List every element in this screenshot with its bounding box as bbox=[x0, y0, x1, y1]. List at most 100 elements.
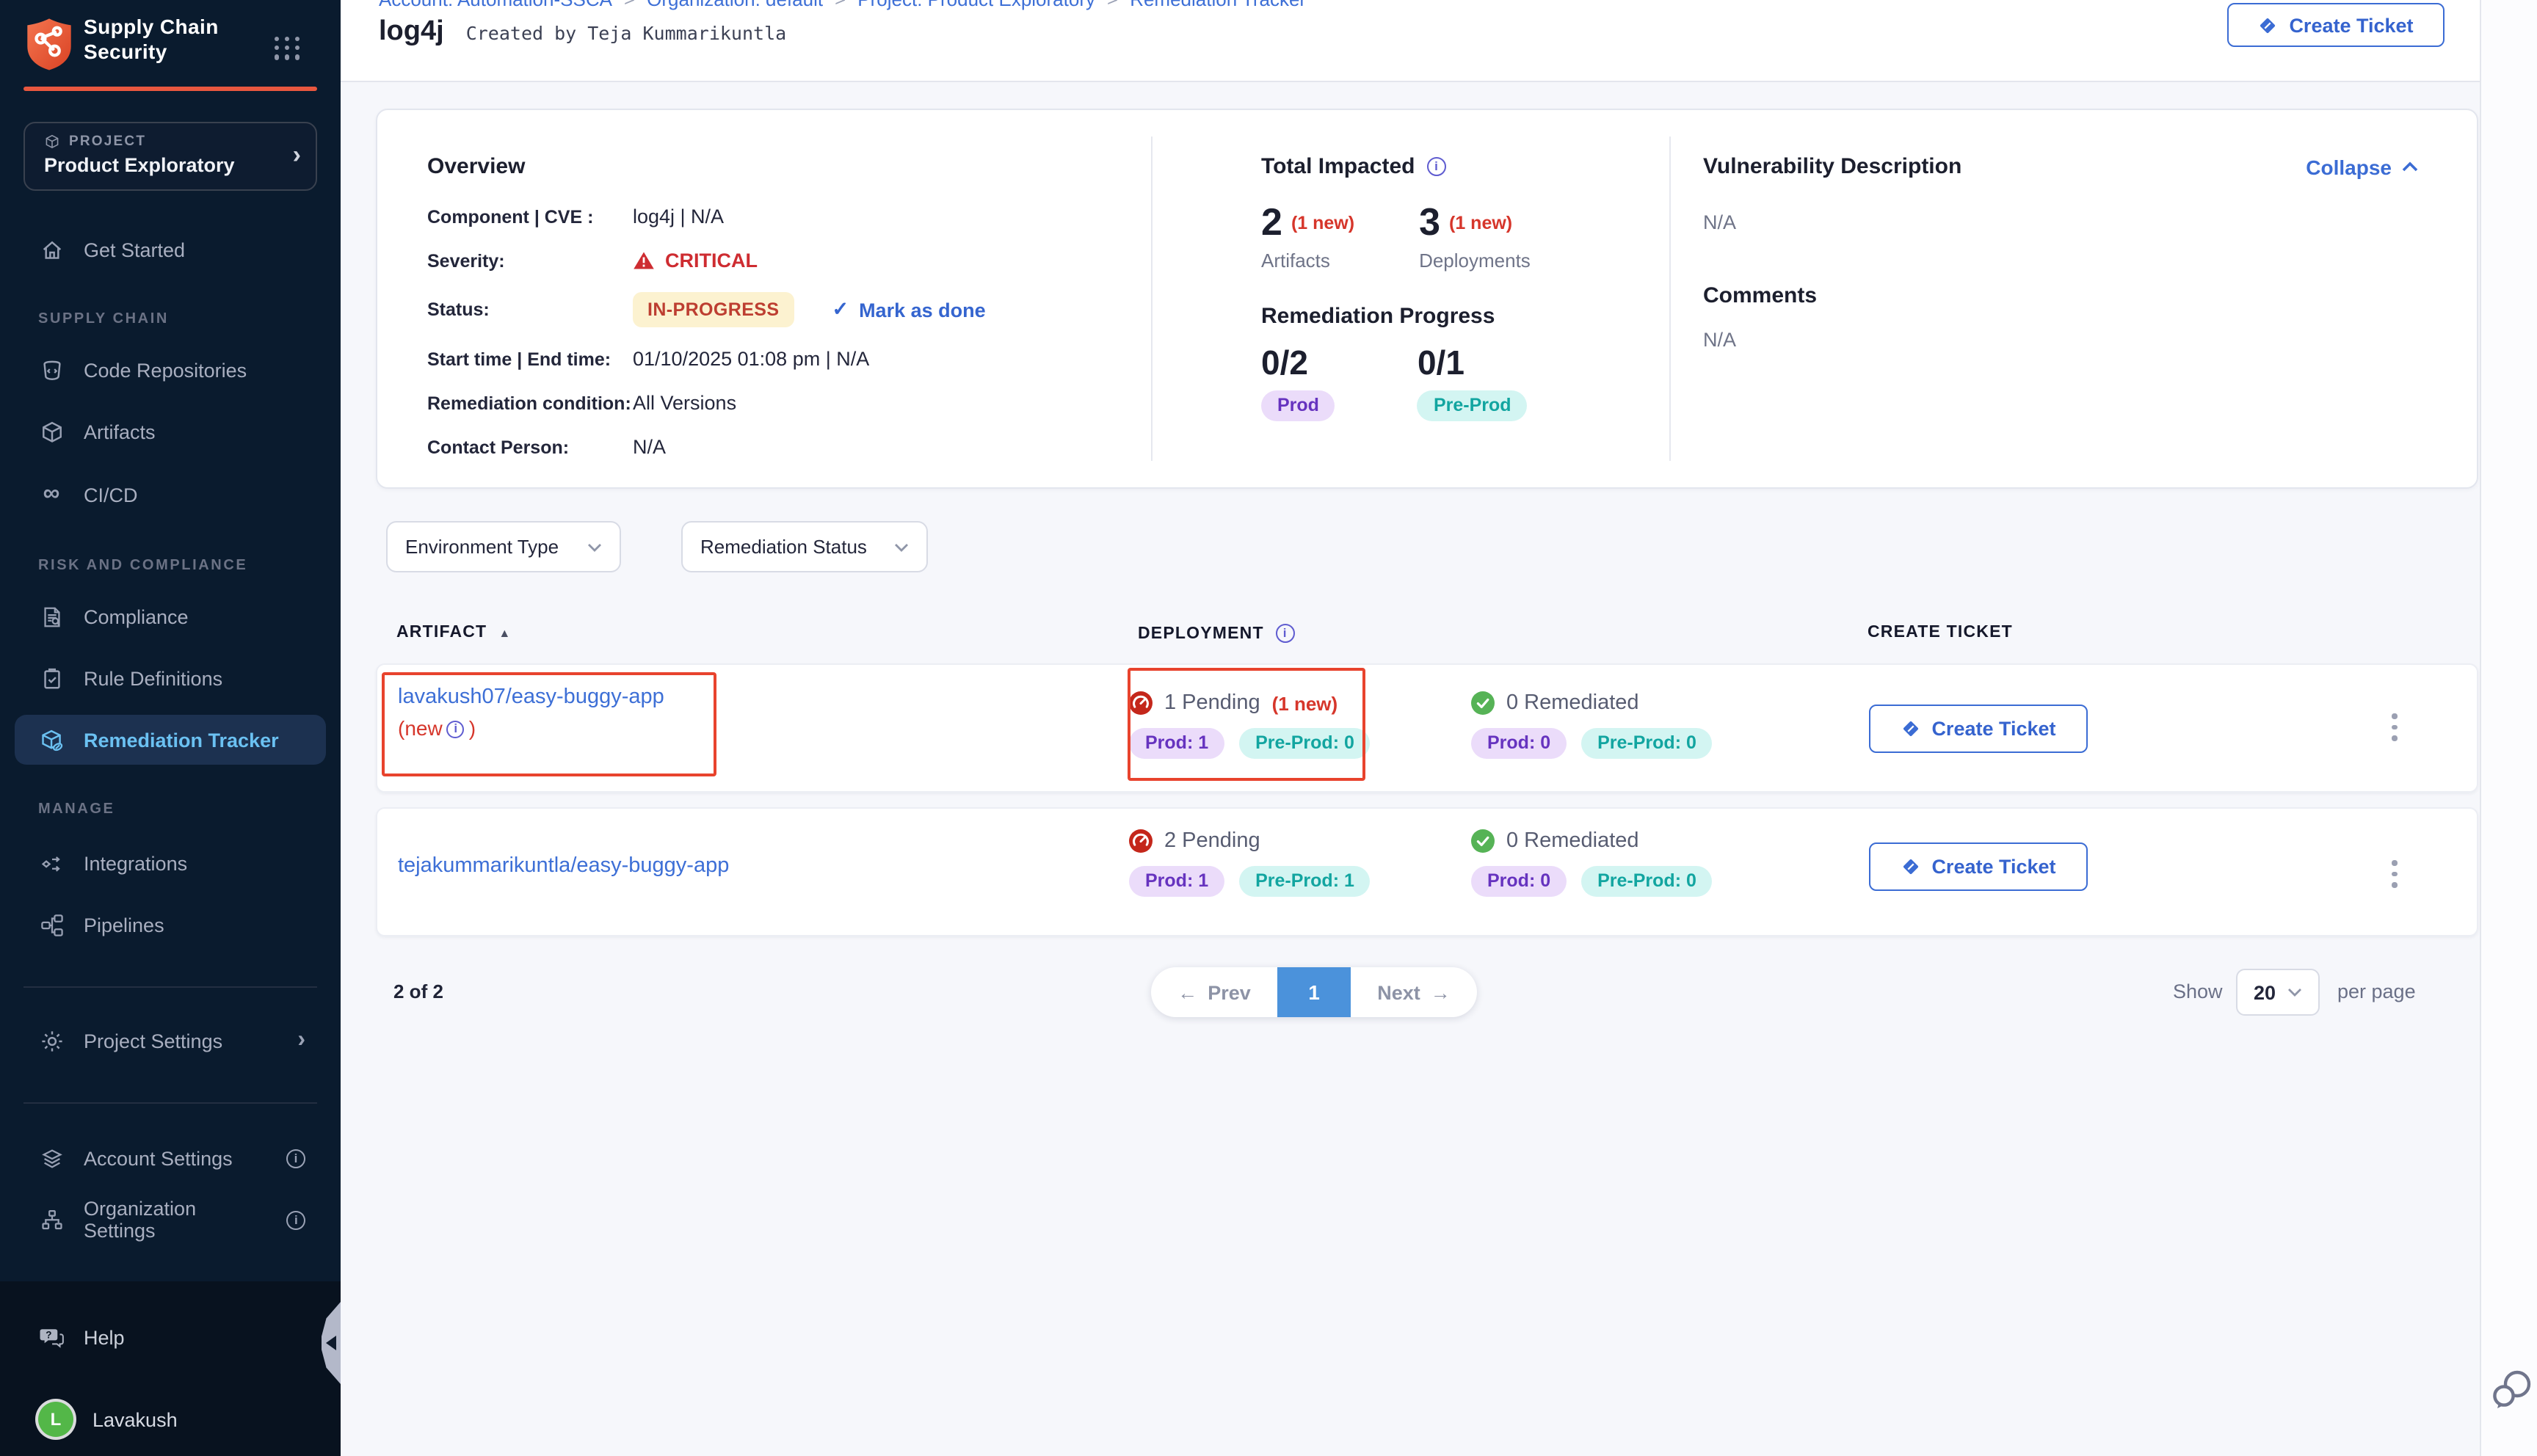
avatar: L bbox=[38, 1402, 73, 1437]
table-row: tejakummarikuntla/easy-buggy-app 2 Pendi… bbox=[376, 807, 2478, 936]
contact-person-label: Contact Person: bbox=[427, 437, 633, 457]
sidebar-item-account-settings[interactable]: Account Settings i bbox=[0, 1136, 341, 1180]
vulnerability-section: Vulnerability Description Collapse N/A C… bbox=[1671, 110, 2477, 487]
pagination-summary: 2 of 2 bbox=[393, 980, 443, 1002]
pending-gauge-icon bbox=[1129, 691, 1153, 715]
chevron-right-icon: › bbox=[293, 141, 301, 170]
supply-chain-security-logo-icon bbox=[25, 16, 73, 72]
svg-text:?: ? bbox=[46, 1329, 51, 1340]
user-menu[interactable]: L Lavakush bbox=[0, 1397, 341, 1441]
chevron-down-icon bbox=[894, 542, 909, 551]
breadcrumb-remediation-tracker[interactable]: Remediation Tracker bbox=[1130, 0, 1306, 10]
severity-value: CRITICAL bbox=[633, 250, 758, 272]
check-icon: ✓ bbox=[832, 298, 849, 321]
jira-diamond-icon bbox=[2258, 15, 2277, 34]
table-row: lavakush07/easy-buggy-app (new i ) 1 Pen… bbox=[376, 663, 2478, 793]
deployment-cell: 2 Pending Prod: 1 Pre-Prod: 1 bbox=[1129, 829, 1371, 897]
remediated-count: 0 Remediated bbox=[1506, 691, 1639, 715]
next-page-button[interactable]: Next → bbox=[1351, 967, 1477, 1017]
remediated-cell: 0 Remediated Prod: 0 Pre-Prod: 0 bbox=[1471, 829, 1713, 897]
impacted-deployments: 3(1 new) Deployments bbox=[1419, 200, 1531, 272]
per-page-label: per page bbox=[2337, 969, 2416, 1016]
prod-progress: 0/2 Prod bbox=[1261, 343, 1335, 421]
breadcrumb-separator: > bbox=[1107, 0, 1118, 10]
sidebar-item-get-started[interactable]: Get Started bbox=[0, 228, 341, 272]
clipboard-check-icon bbox=[38, 665, 65, 691]
column-header-artifact[interactable]: ARTIFACT ▲ bbox=[396, 624, 511, 641]
app-title: Supply ChainSecurity bbox=[84, 15, 219, 65]
environment-type-filter[interactable]: Environment Type bbox=[386, 521, 621, 572]
mark-as-done-link[interactable]: ✓ Mark as done bbox=[832, 298, 985, 321]
sidebar-item-integrations[interactable]: Integrations bbox=[0, 841, 341, 885]
info-icon: i bbox=[287, 1210, 305, 1229]
code-repository-icon bbox=[38, 357, 65, 383]
impacted-artifacts: 2(1 new) Artifacts bbox=[1261, 200, 1354, 272]
collapse-link[interactable]: Collapse bbox=[2306, 155, 2418, 178]
info-icon[interactable]: i bbox=[447, 720, 465, 738]
sidebar-item-rule-definitions[interactable]: Rule Definitions bbox=[0, 656, 341, 700]
breadcrumb-project[interactable]: Project: Product Exploratory bbox=[857, 0, 1095, 10]
section-label-manage: MANAGE bbox=[38, 801, 115, 818]
create-ticket-button[interactable]: Create Ticket bbox=[1869, 842, 2088, 891]
sidebar-item-pipelines[interactable]: Pipelines bbox=[0, 903, 341, 947]
pending-count: 2 Pending bbox=[1164, 829, 1260, 853]
remediated-cell: 0 Remediated Prod: 0 Pre-Prod: 0 bbox=[1471, 691, 1713, 759]
sidebar-item-help[interactable]: ? Help bbox=[0, 1315, 341, 1359]
sidebar-item-organization-settings[interactable]: Organization Settings i bbox=[0, 1198, 341, 1242]
create-ticket-button[interactable]: Create Ticket bbox=[2227, 3, 2445, 47]
sidebar-item-artifacts[interactable]: Artifacts bbox=[0, 410, 341, 454]
page-number-button[interactable]: 1 bbox=[1277, 967, 1351, 1017]
breadcrumb-separator: > bbox=[835, 0, 846, 10]
prev-page-button[interactable]: ← Prev bbox=[1151, 967, 1277, 1017]
info-icon[interactable]: i bbox=[1276, 624, 1295, 643]
pending-count: 1 Pending bbox=[1164, 691, 1260, 715]
row-menu-kebab-icon[interactable] bbox=[2383, 710, 2406, 743]
sidebar-item-project-settings[interactable]: Project Settings › bbox=[0, 1019, 341, 1063]
breadcrumb-organization[interactable]: Organization: default bbox=[647, 0, 823, 10]
preprod-badge: Pre-Prod: 0 bbox=[1239, 728, 1371, 759]
preprod-badge: Pre-Prod bbox=[1418, 390, 1528, 421]
preprod-progress-value: 0/1 bbox=[1418, 343, 1528, 383]
artifact-link[interactable]: lavakush07/easy-buggy-app bbox=[398, 682, 1088, 713]
remediation-status-filter[interactable]: Remediation Status bbox=[681, 521, 928, 572]
sidebar-item-remediation-tracker[interactable]: Remediation Tracker bbox=[15, 715, 326, 765]
row-menu-kebab-icon[interactable] bbox=[2383, 857, 2406, 890]
brand-accent-divider bbox=[23, 87, 317, 90]
remediated-count: 0 Remediated bbox=[1506, 829, 1639, 853]
infinity-icon: ∞ bbox=[38, 481, 65, 508]
page-size-select[interactable]: 20 bbox=[2236, 969, 2320, 1016]
page-title: log4j bbox=[379, 16, 444, 48]
info-icon[interactable]: i bbox=[1427, 157, 1446, 176]
gear-icon bbox=[38, 1027, 65, 1054]
artifact-link[interactable]: tejakummarikuntla/easy-buggy-app bbox=[398, 851, 1088, 882]
info-icon: i bbox=[286, 1149, 305, 1168]
section-label-risk-and-compliance: RISK AND COMPLIANCE bbox=[38, 558, 247, 574]
preprod-badge: Pre-Prod: 0 bbox=[1581, 866, 1713, 897]
new-label-close: ) bbox=[469, 713, 476, 744]
overview-heading: Overview bbox=[427, 154, 1151, 179]
org-chart-gear-icon bbox=[38, 1206, 65, 1233]
divider bbox=[23, 1102, 317, 1104]
sidebar-item-cicd[interactable]: ∞ CI/CD bbox=[0, 473, 341, 517]
create-ticket-button[interactable]: Create Ticket bbox=[1869, 705, 2088, 753]
project-label: PROJECT bbox=[44, 134, 146, 150]
main-content: Account: Automation-SSCA > Organization:… bbox=[341, 0, 2480, 1456]
check-circle-icon bbox=[1471, 829, 1495, 853]
remediation-tracker-icon bbox=[38, 727, 65, 753]
breadcrumb-account[interactable]: Account: Automation-SSCA bbox=[379, 0, 612, 10]
preprod-progress: 0/1 Pre-Prod bbox=[1418, 343, 1528, 421]
support-chat-icon[interactable] bbox=[2490, 1365, 2534, 1425]
pipelines-icon bbox=[38, 911, 65, 938]
document-search-icon bbox=[38, 603, 65, 630]
app-grid-icon[interactable] bbox=[275, 37, 301, 59]
pending-gauge-icon bbox=[1129, 829, 1153, 853]
chevron-right-icon: › bbox=[297, 1027, 305, 1054]
page-header: Account: Automation-SSCA > Organization:… bbox=[341, 0, 2480, 82]
remediation-condition-label: Remediation condition: bbox=[427, 393, 633, 413]
sidebar-item-code-repositories[interactable]: Code Repositories bbox=[0, 348, 341, 392]
sidebar-item-compliance[interactable]: Compliance bbox=[0, 594, 341, 638]
overview-section: Overview Component | CVE : log4j | N/A S… bbox=[377, 110, 1151, 487]
check-circle-icon bbox=[1471, 691, 1495, 715]
project-selector[interactable]: PROJECT Product Exploratory › bbox=[23, 122, 317, 191]
layers-gear-icon bbox=[38, 1145, 65, 1171]
